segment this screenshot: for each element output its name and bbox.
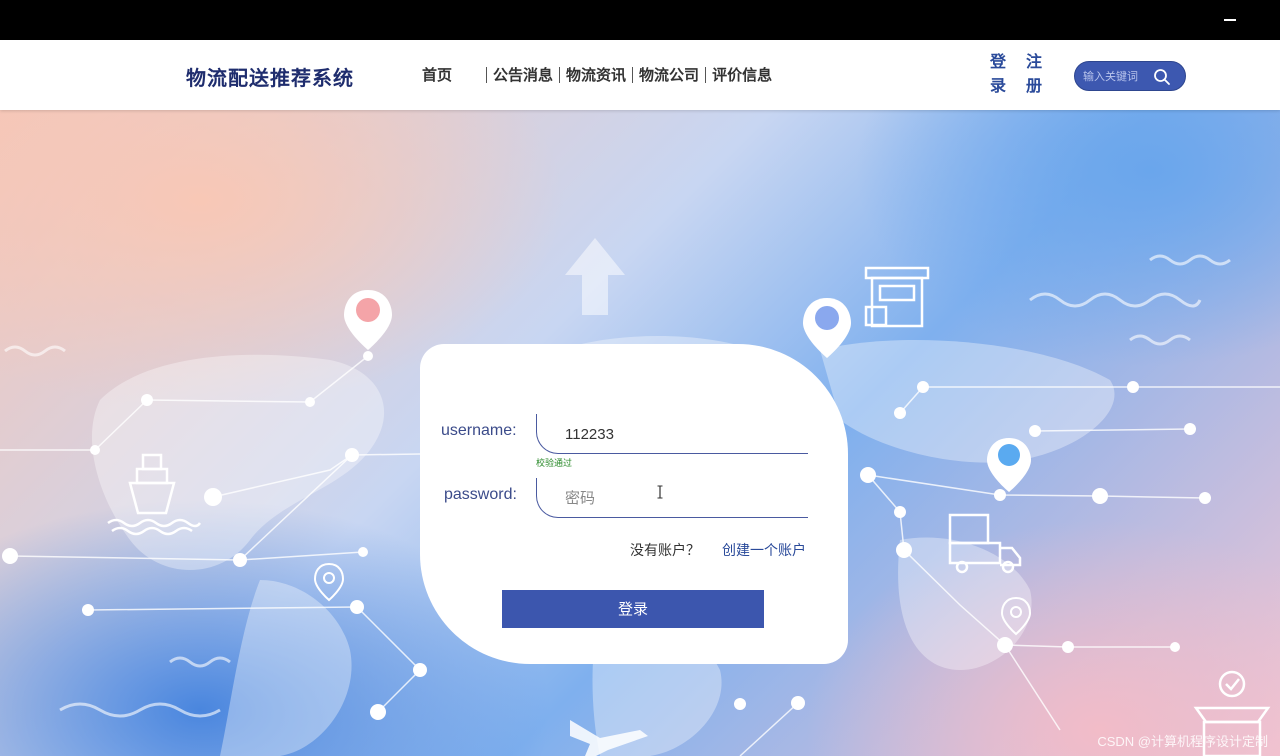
password-field bbox=[536, 478, 808, 518]
hero-background: username: 校验通过 password: 没有账户？ 创建一个账户 登录 bbox=[0, 110, 1280, 756]
upload-arrow-icon bbox=[565, 238, 625, 315]
text-cursor-icon bbox=[657, 485, 663, 499]
no-account-text: 没有账户？ bbox=[630, 543, 700, 559]
search-box bbox=[1074, 61, 1186, 91]
login-card: username: 校验通过 password: 没有账户？ 创建一个账户 登录 bbox=[420, 344, 848, 664]
delivery-truck-icon bbox=[948, 513, 1022, 574]
username-field bbox=[536, 414, 808, 454]
nav-divider bbox=[705, 66, 707, 83]
warehouse-icon bbox=[864, 266, 930, 328]
password-input[interactable] bbox=[565, 490, 785, 507]
nav-reviews[interactable]: 评价信息 bbox=[708, 64, 776, 85]
auth-links: 登 录 注 册 bbox=[990, 50, 1042, 98]
minimize-icon[interactable] bbox=[1224, 12, 1238, 26]
search-input[interactable] bbox=[1083, 69, 1153, 83]
search-icon[interactable] bbox=[1153, 68, 1171, 86]
username-label: username: bbox=[441, 422, 517, 439]
nav-logistics-news[interactable]: 物流资讯 bbox=[562, 64, 630, 85]
site-header: 物流配送推荐系统 首页 公告消息 物流资讯 物流公司 评价信息 登 录 注 册 bbox=[0, 40, 1280, 110]
nav-divider bbox=[486, 66, 488, 83]
nav-divider bbox=[559, 66, 561, 83]
window-topbar bbox=[0, 0, 1280, 40]
location-pin-icon bbox=[987, 438, 1031, 492]
nav-divider bbox=[632, 66, 634, 83]
username-input[interactable] bbox=[565, 426, 785, 443]
nav-announcements[interactable]: 公告消息 bbox=[489, 64, 557, 85]
site-brand[interactable]: 物流配送推荐系统 bbox=[186, 62, 354, 91]
nav-home[interactable]: 首页 bbox=[418, 64, 484, 85]
create-account-link[interactable]: 创建一个账户 bbox=[722, 540, 806, 560]
register-link[interactable]: 注 册 bbox=[1026, 50, 1042, 98]
watermark: CSDN @计算机程序设计定制 bbox=[1097, 734, 1268, 749]
validation-message: 校验通过 bbox=[536, 459, 573, 469]
nav-logistics-companies[interactable]: 物流公司 bbox=[635, 64, 703, 85]
login-button[interactable]: 登录 bbox=[502, 590, 764, 628]
password-label: password: bbox=[444, 486, 517, 503]
main-nav: 首页 公告消息 物流资讯 物流公司 评价信息 bbox=[418, 64, 776, 85]
location-pin-icon bbox=[344, 290, 392, 350]
login-link[interactable]: 登 录 bbox=[990, 50, 1006, 98]
